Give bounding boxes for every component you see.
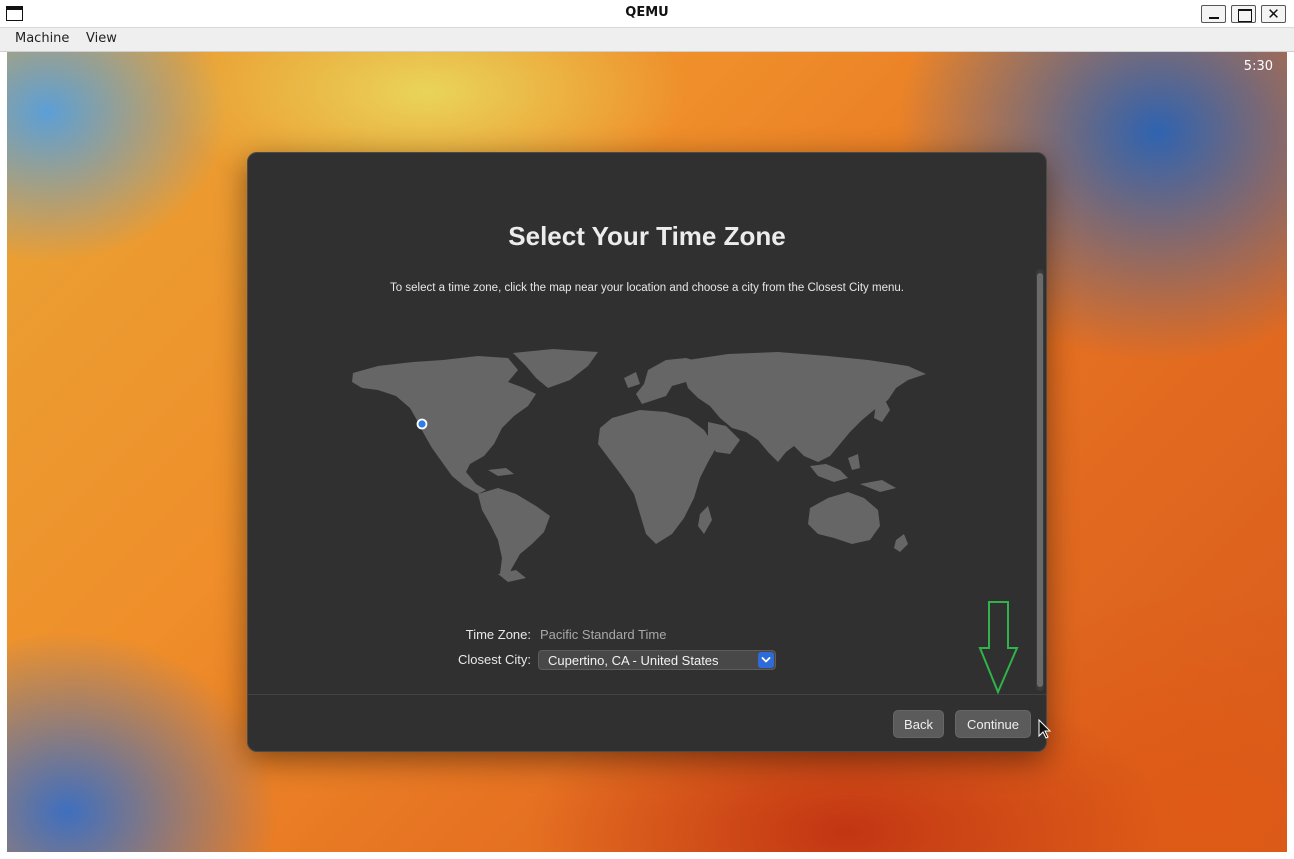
instruction-text: To select a time zone, click the map nea…	[390, 282, 904, 294]
guest-screen[interactable]: 5:30 Select Your Time Zone To select a t…	[7, 52, 1287, 852]
time-zone-label: Time Zone:	[465, 627, 531, 642]
close-icon: ✕	[1267, 5, 1280, 23]
menu-bar-clock: 5:30	[1243, 59, 1273, 74]
world-map[interactable]	[348, 348, 933, 583]
maximize-button[interactable]	[1231, 5, 1256, 23]
footer-divider	[248, 694, 1046, 695]
qemu-menubar: Machine View	[0, 28, 1294, 52]
window-title: QEMU	[625, 5, 669, 20]
dialog-scrollbar[interactable]	[1036, 269, 1044, 691]
map-land	[352, 349, 926, 582]
menu-view[interactable]: View	[86, 31, 117, 46]
minimize-button[interactable]	[1201, 5, 1226, 23]
qemu-titlebar: QEMU ✕	[0, 0, 1294, 28]
time-zone-value: Pacific Standard Time	[540, 627, 667, 642]
time-zone-dialog: Select Your Time Zone To select a time z…	[247, 152, 1047, 752]
closest-city-label: Closest City:	[458, 652, 531, 667]
close-button[interactable]: ✕	[1261, 5, 1286, 23]
menu-machine[interactable]: Machine	[15, 31, 69, 46]
page-title: Select Your Time Zone	[508, 221, 786, 251]
back-button[interactable]: Back	[893, 710, 944, 738]
scrollbar-thumb[interactable]	[1037, 273, 1043, 687]
closest-city-value: Cupertino, CA - United States	[548, 653, 719, 668]
chevron-down-icon[interactable]	[758, 652, 774, 668]
closest-city-select[interactable]: Cupertino, CA - United States	[538, 650, 776, 670]
location-pin-icon[interactable]	[416, 418, 428, 430]
continue-button[interactable]: Continue	[955, 710, 1031, 738]
